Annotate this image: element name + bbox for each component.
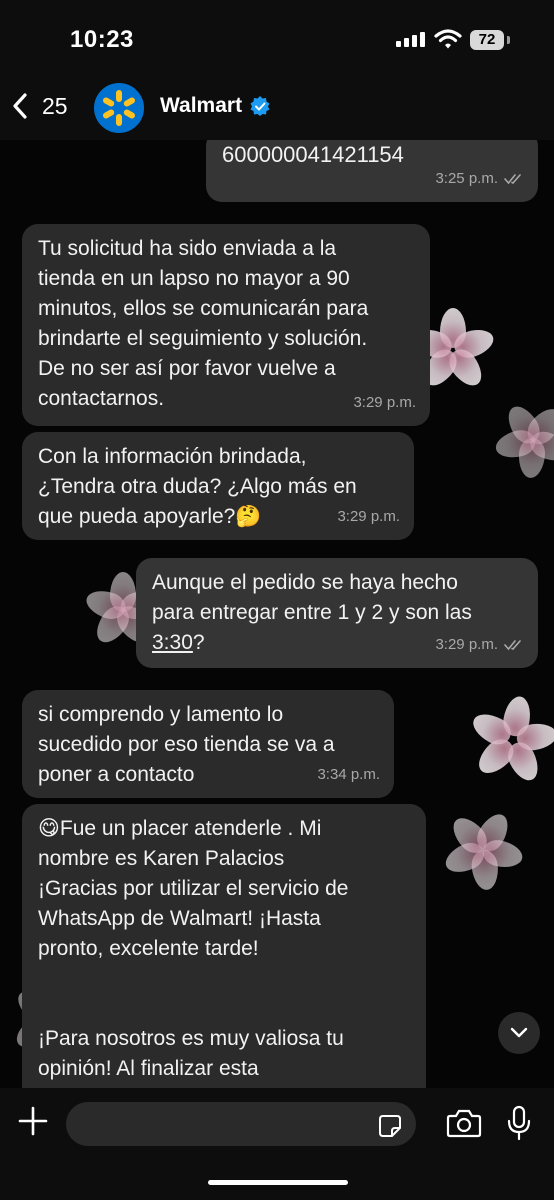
message-time: 3:29 p.m. bbox=[435, 636, 498, 653]
message-line: 😋Fue un placer atenderle . Mi bbox=[38, 817, 322, 840]
wifi-icon bbox=[434, 28, 462, 55]
message-line: pronto, excelente tarde! bbox=[38, 937, 259, 960]
message-time: 3:29 p.m. bbox=[337, 508, 400, 525]
verified-badge-icon bbox=[250, 96, 270, 116]
message-line: De no ser así por favor vuelve a bbox=[38, 357, 336, 380]
message-input[interactable] bbox=[66, 1102, 416, 1146]
message-line: WhatsApp de Walmart! ¡Hasta bbox=[38, 907, 321, 930]
message-time: 3:25 p.m. bbox=[435, 170, 498, 187]
unread-count: 25 bbox=[42, 92, 68, 119]
chevron-left-icon bbox=[13, 93, 27, 119]
walmart-spark-logo bbox=[103, 90, 135, 126]
message-bubble-outgoing[interactable]: Aunque el pedido se haya hecho para entr… bbox=[136, 558, 538, 668]
message-text-tail: ? bbox=[192, 631, 205, 654]
home-indicator bbox=[208, 1180, 348, 1185]
message-time: 3:29 p.m. bbox=[353, 394, 416, 411]
message-line: opinión! Al finalizar esta bbox=[38, 1057, 259, 1080]
scroll-to-bottom-button[interactable] bbox=[498, 1012, 540, 1054]
message-line: ¿Tendra otra duda? ¿Algo más en bbox=[38, 475, 357, 498]
chevron-down-icon bbox=[510, 1027, 528, 1038]
message-line: para entregar entre 1 y 2 y son las bbox=[152, 601, 472, 624]
message-meta: 3:29 p.m. bbox=[435, 630, 524, 660]
cellular-signal-icon bbox=[396, 32, 425, 47]
message-list[interactable]: 600000041421154 3:25 p.m. Tu solicitud h… bbox=[0, 140, 554, 1088]
message-line: minutos, ellos se comunicarán para bbox=[38, 297, 369, 320]
message-bubble-incoming[interactable]: si comprendo y lamento lo sucedido por e… bbox=[22, 690, 394, 798]
message-bubble-incoming[interactable]: Con la información brindada, ¿Tendra otr… bbox=[22, 432, 414, 540]
message-meta: 3:29 p.m. bbox=[337, 502, 400, 532]
double-check-icon bbox=[504, 640, 521, 651]
message-time: 3:34 p.m. bbox=[317, 766, 380, 783]
message-line: Con la información brindada, bbox=[38, 445, 307, 468]
message-line: ¡Gracias por utilizar el servicio de bbox=[38, 877, 349, 900]
voice-note-button[interactable] bbox=[506, 1105, 532, 1146]
double-check-icon bbox=[504, 174, 521, 185]
camera-button[interactable] bbox=[446, 1108, 482, 1143]
time-link[interactable]: 3:30 bbox=[152, 631, 193, 654]
status-bar: 10:23 72 bbox=[0, 0, 554, 80]
microphone-icon bbox=[507, 1105, 531, 1141]
contact-name: Walmart bbox=[160, 94, 243, 117]
message-bubble-incoming[interactable]: Tu solicitud ha sido enviada a la tienda… bbox=[22, 224, 430, 426]
attach-button[interactable] bbox=[16, 1104, 50, 1143]
message-line: tienda en un lapso no mayor a 90 bbox=[38, 267, 350, 290]
message-line: nombre es Karen Palacios bbox=[38, 847, 285, 870]
plus-icon bbox=[18, 1106, 48, 1136]
message-bubble-incoming[interactable]: 😋Fue un placer atenderle . Mi nombre es … bbox=[22, 804, 426, 1088]
message-line: Aunque el pedido se haya hecho bbox=[152, 571, 458, 594]
message-bubble-outgoing[interactable]: 600000041421154 3:25 p.m. bbox=[206, 140, 538, 202]
contact-title[interactable]: Walmart bbox=[160, 94, 270, 118]
message-meta: 3:25 p.m. bbox=[435, 164, 524, 194]
message-line: si comprendo y lamento lo bbox=[38, 703, 284, 726]
sticker-button[interactable] bbox=[378, 1114, 402, 1143]
message-meta: 3:34 p.m. bbox=[317, 760, 380, 790]
camera-icon bbox=[446, 1109, 482, 1138]
message-line: sucedido por eso tienda se va a bbox=[38, 733, 335, 756]
chat-header: 25 Walmart bbox=[0, 80, 554, 140]
sticker-icon bbox=[379, 1115, 401, 1137]
message-meta: 3:29 p.m. bbox=[353, 388, 416, 418]
battery-level: 72 bbox=[470, 30, 504, 50]
message-line: ¡Para nosotros es muy valiosa tu bbox=[38, 1027, 344, 1050]
message-line: Tu solicitud ha sido enviada a la bbox=[38, 237, 337, 260]
contact-avatar[interactable] bbox=[94, 83, 144, 133]
battery-icon bbox=[507, 36, 510, 44]
back-button[interactable]: 25 bbox=[12, 92, 68, 120]
status-time: 10:23 bbox=[70, 26, 134, 53]
message-line: brindarte el seguimiento y solución. bbox=[38, 327, 368, 350]
